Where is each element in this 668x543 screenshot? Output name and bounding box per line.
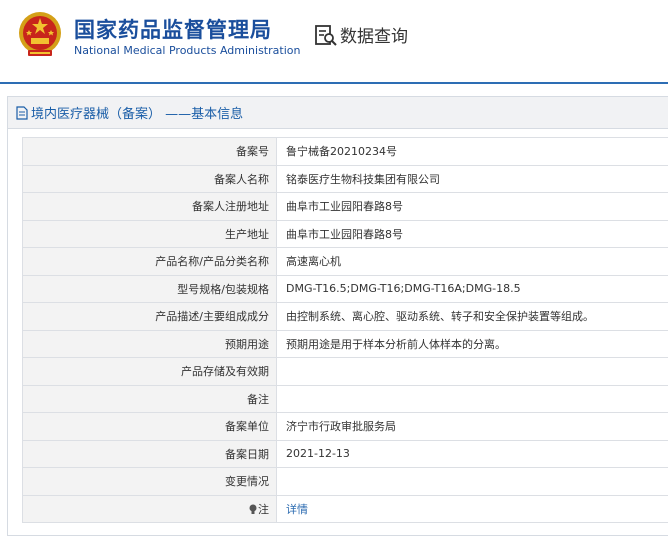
- field-value: 高速离心机: [276, 247, 668, 276]
- table-row: 预期用途 预期用途是用于样本分析前人体样本的分离。: [22, 329, 668, 358]
- field-value: 济宁市行政审批服务局: [276, 412, 668, 441]
- field-value: 鲁宁械备20210234号: [276, 137, 668, 166]
- table-row: 备案单位 济宁市行政审批服务局: [22, 412, 668, 441]
- panel-header: 境内医疗器械（备案） ——基本信息: [8, 97, 668, 129]
- field-label: 产品描述/主要组成成分: [22, 302, 277, 331]
- lightbulb-icon: [249, 504, 257, 514]
- field-label: 备案日期: [22, 439, 277, 468]
- basic-info-panel: 境内医疗器械（备案） ——基本信息 备案号 鲁宁械备20210234号 备案人名称…: [7, 96, 668, 536]
- national-emblem-icon: [19, 12, 61, 56]
- field-value: 预期用途是用于样本分析前人体样本的分离。: [276, 329, 668, 358]
- data-query-link[interactable]: 数据查询: [314, 22, 408, 47]
- table-row: 产品描述/主要组成成分 由控制系统、离心腔、驱动系统、转子和安全保护装置等组成。: [22, 302, 668, 331]
- table-row: 备案日期 2021-12-13: [22, 439, 668, 468]
- table-row: 产品名称/产品分类名称 高速离心机: [22, 247, 668, 276]
- panel-title: 境内医疗器械（备案） ——基本信息: [31, 107, 244, 122]
- field-label: 生产地址: [22, 219, 277, 248]
- field-value: [276, 384, 668, 413]
- note-label-cell: 注: [22, 494, 277, 523]
- table-row: 型号规格/包装规格 DMG-T16.5;DMG-T16;DMG-T16A;DMG-…: [22, 274, 668, 303]
- field-value: 由控制系统、离心腔、驱动系统、转子和安全保护装置等组成。: [276, 302, 668, 331]
- field-value: [276, 357, 668, 386]
- note-value-cell: 详情: [276, 494, 668, 523]
- field-label: 备案人注册地址: [22, 192, 277, 221]
- table-row: 变更情况: [22, 467, 668, 496]
- table-row: 备案号 鲁宁械备20210234号: [22, 137, 668, 166]
- field-value: [276, 467, 668, 496]
- field-label: 备案号: [22, 137, 277, 166]
- field-label: 备注: [22, 384, 277, 413]
- table-row: 备案人名称 铭泰医疗生物科技集团有限公司: [22, 164, 668, 193]
- field-value: 曲阜市工业园阳春路8号: [276, 219, 668, 248]
- field-value: 2021-12-13: [276, 439, 668, 468]
- brand-title-cn: 国家药品监督管理局: [74, 18, 272, 42]
- field-label: 产品存储及有效期: [22, 357, 277, 386]
- document-icon: [16, 105, 28, 120]
- field-value: 铭泰医疗生物科技集团有限公司: [276, 164, 668, 193]
- site-header: 国家药品监督管理局 National Medical Products Admi…: [0, 0, 668, 82]
- search-document-icon: [315, 24, 337, 46]
- table-row: 备案人注册地址 曲阜市工业园阳春路8号: [22, 192, 668, 221]
- table-row-note: 注 详情: [22, 494, 668, 523]
- field-label: 变更情况: [22, 467, 277, 496]
- data-query-label: 数据查询: [340, 27, 408, 47]
- field-label: 产品名称/产品分类名称: [22, 247, 277, 276]
- field-label: 型号规格/包装规格: [22, 274, 277, 303]
- header-divider: [0, 82, 668, 84]
- brand-title-en: National Medical Products Administration: [74, 44, 301, 57]
- field-label: 备案单位: [22, 412, 277, 441]
- field-label: 预期用途: [22, 329, 277, 358]
- table-row: 生产地址 曲阜市工业园阳春路8号: [22, 219, 668, 248]
- field-value: DMG-T16.5;DMG-T16;DMG-T16A;DMG-18.5: [276, 274, 668, 303]
- table-row: 产品存储及有效期: [22, 357, 668, 386]
- field-label: 备案人名称: [22, 164, 277, 193]
- table-row: 备注: [22, 384, 668, 413]
- details-link[interactable]: 详情: [286, 503, 308, 516]
- note-label: 注: [258, 502, 269, 516]
- info-table: 备案号 鲁宁械备20210234号 备案人名称 铭泰医疗生物科技集团有限公司 备案人…: [22, 137, 668, 523]
- field-value: 曲阜市工业园阳春路8号: [276, 192, 668, 221]
